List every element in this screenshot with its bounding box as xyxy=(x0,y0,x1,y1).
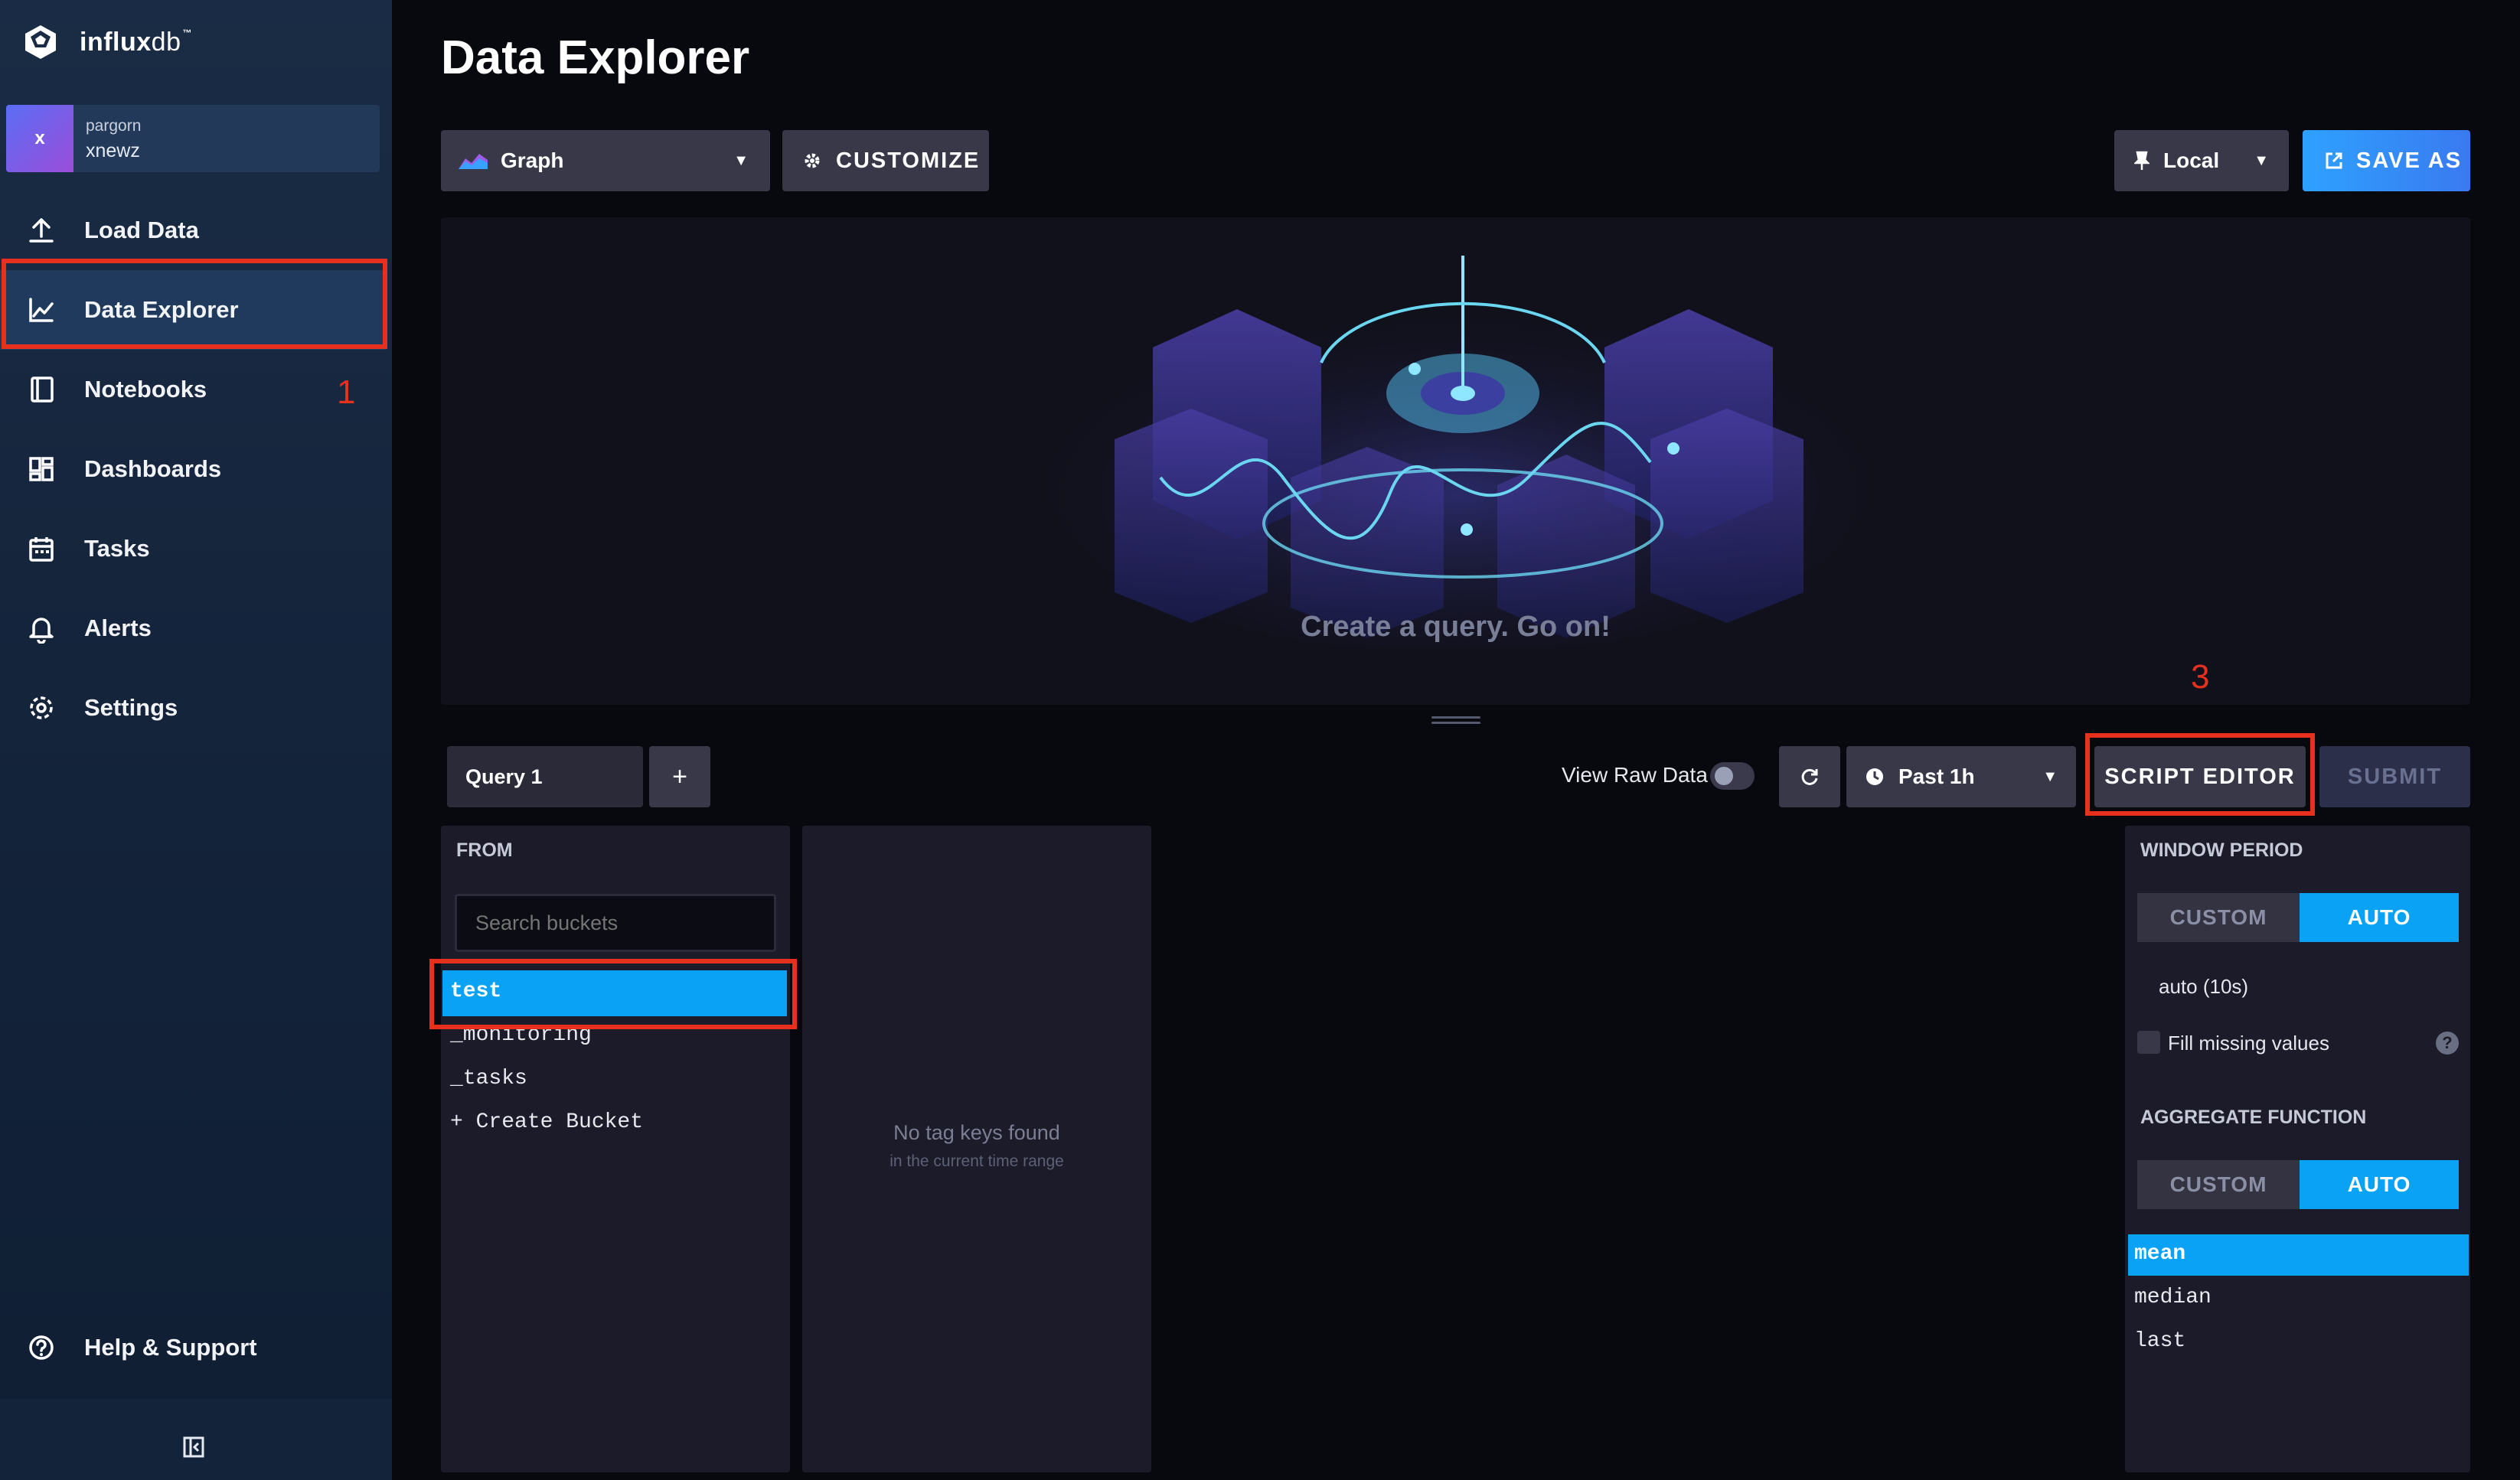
influxdb-logo-icon xyxy=(25,25,56,59)
fill-missing-label: Fill missing values xyxy=(2168,1032,2329,1055)
empty-query-illustration xyxy=(1046,256,1872,646)
aggregate-custom-button[interactable]: CUSTOM xyxy=(2137,1160,2300,1209)
nav-dashboards[interactable]: Dashboards xyxy=(0,429,386,509)
save-as-button[interactable]: SAVE AS xyxy=(2303,130,2470,191)
org-switcher[interactable]: x pargorn xnewz xyxy=(6,105,380,172)
chevron-down-icon: ▼ xyxy=(2254,152,2269,169)
nav-label: Tasks xyxy=(84,535,150,562)
nav-label: Help & Support xyxy=(84,1334,257,1361)
refresh-icon xyxy=(1801,768,1818,785)
query-tab-label: Query 1 xyxy=(465,764,543,788)
customize-label: CUSTOMIZE xyxy=(836,148,981,173)
pin-icon xyxy=(2134,151,2150,170)
customize-button[interactable]: CUSTOMIZE xyxy=(782,130,989,191)
help-icon xyxy=(21,1328,61,1368)
gear-icon xyxy=(805,153,820,168)
gear-icon xyxy=(21,688,61,728)
tab-query-1[interactable]: Query 1 xyxy=(447,746,643,807)
view-raw-data-label: View Raw Data xyxy=(1562,763,1708,787)
nav-settings[interactable]: Settings xyxy=(0,668,386,748)
bell-icon xyxy=(21,608,61,648)
chevron-down-icon: ▼ xyxy=(2042,768,2058,785)
time-range-dropdown[interactable]: Past 1h ▼ xyxy=(1846,746,2076,807)
dashboard-icon xyxy=(21,449,61,489)
time-range-label: Past 1h xyxy=(1898,764,1975,788)
view-raw-data-toggle[interactable] xyxy=(1710,762,1755,790)
user-name: pargorn xyxy=(86,117,142,135)
aggregate-item[interactable]: median xyxy=(2134,1286,2212,1309)
sidebar-footer xyxy=(0,1399,392,1480)
aggregate-item[interactable]: mean xyxy=(2134,1242,2185,1266)
nav-label: Alerts xyxy=(84,614,152,641)
annotation-box-2 xyxy=(429,959,797,1029)
save-as-label: SAVE AS xyxy=(2356,148,2463,173)
timezone-dropdown[interactable]: Local ▼ xyxy=(2114,130,2289,191)
nav-alerts[interactable]: Alerts xyxy=(0,588,386,668)
sidebar: influxdb ™ x pargorn xnewz Load Data Data… xyxy=(0,0,392,1480)
aggregate-item[interactable]: last xyxy=(2134,1329,2185,1353)
nav-notebooks[interactable]: Notebooks xyxy=(0,350,386,429)
window-auto-value: auto (10s) xyxy=(2159,975,2249,998)
help-icon[interactable]: ? xyxy=(2436,1032,2459,1055)
notebook-icon xyxy=(21,370,61,409)
viz-type-dropdown[interactable]: Graph ▼ xyxy=(441,130,770,191)
graph-type-icon xyxy=(459,154,488,169)
window-period-header: WINDOW PERIOD xyxy=(2140,839,2303,861)
org-name: xnewz xyxy=(86,140,140,161)
annotation-number-3: 3 xyxy=(2191,658,2210,696)
bucket-item[interactable]: _tasks xyxy=(450,1067,527,1090)
annotation-box-3 xyxy=(2085,733,2315,816)
timezone-label: Local xyxy=(2163,148,2220,172)
plus-icon: + xyxy=(672,761,687,791)
from-header: FROM xyxy=(456,839,513,861)
window-auto-button[interactable]: AUTO xyxy=(2300,893,2459,942)
visualization-area: Create a query. Go on! xyxy=(441,217,2470,705)
nav-label: Notebooks xyxy=(84,376,207,403)
upload-icon xyxy=(21,210,61,250)
clock-icon xyxy=(1866,768,1883,785)
collapse-sidebar-icon[interactable] xyxy=(182,1436,205,1459)
logo[interactable]: influxdb ™ xyxy=(21,21,192,63)
org-avatar: x xyxy=(6,105,73,172)
viz-type-label: Graph xyxy=(501,148,564,172)
annotation-number-1: 1 xyxy=(337,373,356,411)
tag-keys-panel xyxy=(802,826,1151,1472)
calendar-icon xyxy=(21,529,61,569)
no-tag-keys-title: No tag keys found xyxy=(893,1121,1060,1144)
aggregate-auto-button[interactable]: AUTO xyxy=(2300,1160,2459,1209)
create-bucket-link[interactable]: + Create Bucket xyxy=(450,1110,643,1134)
nav-label: Settings xyxy=(84,694,178,721)
nav-label: Dashboards xyxy=(84,455,222,482)
chevron-down-icon: ▼ xyxy=(733,152,749,169)
nav-help-support[interactable]: Help & Support xyxy=(0,1308,386,1387)
aggregate-function-header: AGGREGATE FUNCTION xyxy=(2140,1107,2367,1128)
no-tag-keys-subtitle: in the current time range xyxy=(890,1152,1064,1170)
nav-tasks[interactable]: Tasks xyxy=(0,509,386,588)
annotation-box-1 xyxy=(2,259,387,349)
resize-handle[interactable] xyxy=(1431,716,1480,725)
submit-label: SUBMIT xyxy=(2347,764,2443,789)
submit-button[interactable]: SUBMIT xyxy=(2319,746,2470,807)
window-custom-button[interactable]: CUSTOM xyxy=(2137,893,2300,942)
page-title: Data Explorer xyxy=(441,31,750,84)
empty-query-caption: Create a query. Go on! xyxy=(1301,611,1611,643)
refresh-button[interactable] xyxy=(1779,746,1840,807)
search-buckets-input[interactable] xyxy=(455,894,776,952)
brand-name: influxdb ™ xyxy=(80,27,192,57)
fill-missing-checkbox[interactable] xyxy=(2137,1031,2160,1054)
export-icon xyxy=(2326,152,2342,169)
add-query-button[interactable]: + xyxy=(649,746,710,807)
nav-label: Load Data xyxy=(84,217,199,243)
